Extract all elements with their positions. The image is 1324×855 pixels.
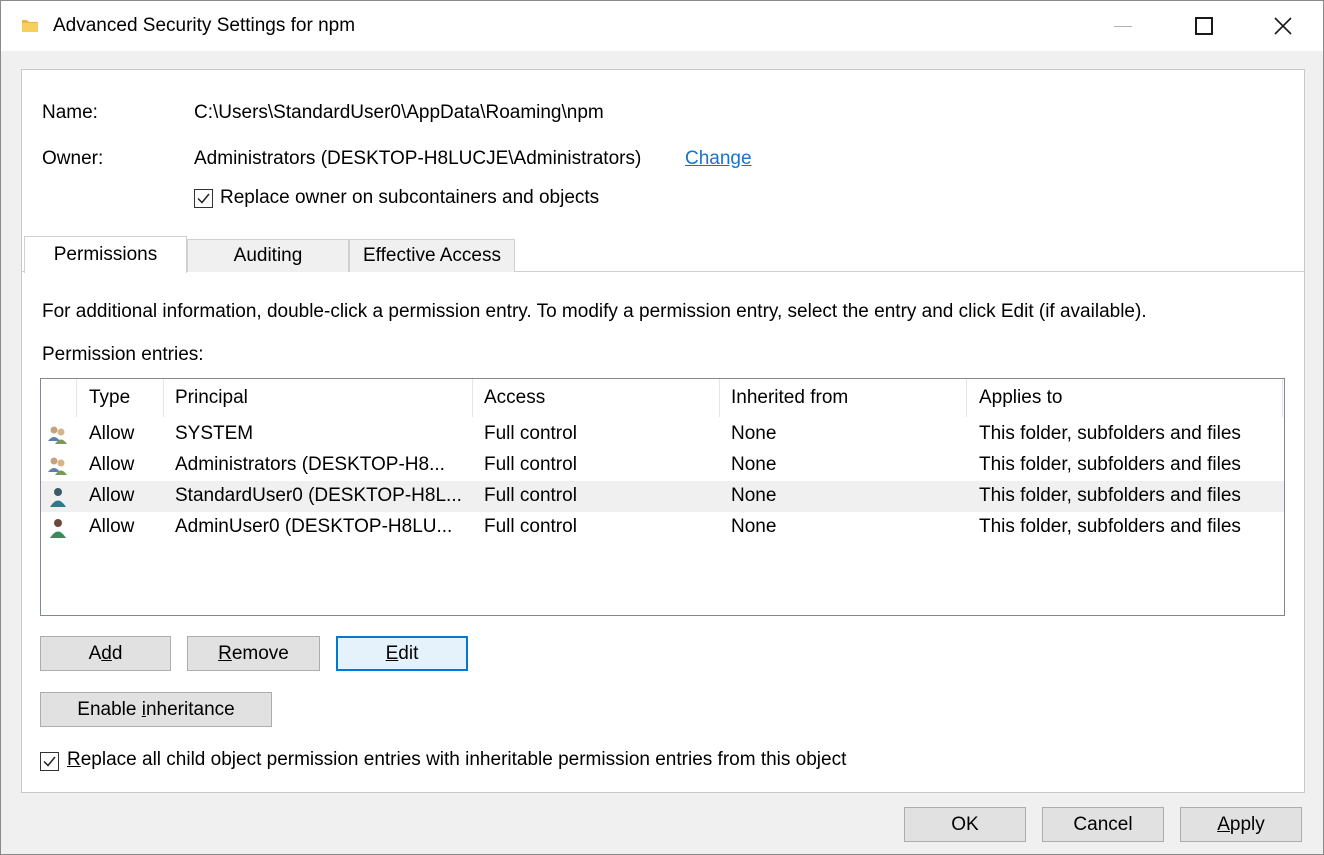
apply-button[interactable]: Apply [1180, 807, 1302, 842]
cell-applies-to: This folder, subfolders and files [979, 423, 1241, 444]
cell-inherited-from: None [731, 454, 777, 475]
enable-inheritance-label: Enable inheritance [77, 698, 235, 720]
cell-applies-to: This folder, subfolders and files [979, 516, 1241, 537]
group-icon [48, 426, 67, 444]
maximize-button[interactable] [1164, 1, 1244, 51]
cancel-button[interactable]: Cancel [1042, 807, 1164, 842]
cell-applies-to: This folder, subfolders and files [979, 485, 1241, 506]
replace-owner-label[interactable]: Replace owner on subcontainers and objec… [220, 187, 599, 209]
main-panel: Name: C:\Users\StandardUser0\AppData\Roa… [21, 69, 1305, 793]
ok-button-label: OK [951, 813, 979, 835]
cell-type: Allow [89, 516, 135, 537]
replace-owner-checkbox[interactable] [194, 189, 213, 208]
column-separator[interactable] [472, 379, 473, 417]
tab-label: Permissions [53, 244, 158, 265]
checkmark-icon [43, 756, 56, 767]
enable-inheritance-button[interactable]: Enable inheritance [40, 692, 272, 727]
cancel-button-label: Cancel [1073, 813, 1133, 835]
window-title: Advanced Security Settings for npm [53, 15, 356, 36]
change-owner-link[interactable]: Change [685, 148, 752, 170]
owner-label: Owner: [42, 148, 104, 169]
permission-entries-list[interactable]: Type Principal Access Inherited from App… [40, 378, 1285, 616]
advanced-security-settings-window: Advanced Security Settings for npm Name:… [0, 0, 1324, 855]
info-text: For additional information, double-click… [42, 301, 1147, 322]
close-icon [1274, 17, 1292, 35]
cell-access: Full control [484, 516, 577, 537]
group-icon [48, 457, 67, 475]
edit-button[interactable]: Edit [336, 636, 468, 671]
column-header-applies-to[interactable]: Applies to [979, 387, 1062, 409]
column-separator[interactable] [1282, 379, 1283, 417]
column-separator[interactable] [966, 379, 967, 417]
tab-auditing[interactable]: Auditing [187, 239, 349, 272]
close-button[interactable] [1243, 1, 1323, 51]
checkmark-icon [197, 193, 210, 204]
column-header-principal[interactable]: Principal [175, 387, 248, 409]
table-row[interactable]: Allow SYSTEM Full control None This fold… [41, 419, 1284, 450]
table-row[interactable]: Allow AdminUser0 (DESKTOP-H8LU... Full c… [41, 512, 1284, 543]
column-header-access[interactable]: Access [484, 387, 545, 409]
owner-value: Administrators (DESKTOP-H8LUCJE\Administ… [194, 148, 642, 169]
folder-icon [22, 20, 38, 32]
table-row-selected[interactable]: Allow StandardUser0 (DESKTOP-H8L... Full… [41, 481, 1284, 512]
permission-entries-label: Permission entries: [42, 344, 204, 365]
minimize-button[interactable] [1083, 1, 1163, 51]
column-header-inherited-from[interactable]: Inherited from [731, 387, 848, 409]
column-separator[interactable] [76, 379, 77, 417]
table-row[interactable]: Allow Administrators (DESKTOP-H8... Full… [41, 450, 1284, 481]
tab-permissions[interactable]: Permissions [24, 236, 187, 273]
cell-principal: Administrators (DESKTOP-H8... [175, 454, 445, 475]
tab-effective-access[interactable]: Effective Access [349, 239, 515, 272]
column-separator[interactable] [163, 379, 164, 417]
tab-label: Auditing [233, 245, 303, 266]
cell-type: Allow [89, 423, 135, 444]
cell-inherited-from: None [731, 516, 777, 537]
minimize-icon [1114, 25, 1132, 27]
tab-label: Effective Access [363, 245, 501, 266]
edit-button-label: Edit [385, 642, 419, 664]
cell-type: Allow [89, 485, 135, 506]
name-label: Name: [42, 102, 98, 123]
cell-access: Full control [484, 454, 577, 475]
cell-inherited-from: None [731, 485, 777, 506]
user-icon [50, 488, 66, 507]
add-button[interactable]: Add [40, 636, 171, 671]
remove-button[interactable]: Remove [187, 636, 320, 671]
title-bar: Advanced Security Settings for npm [1, 1, 1323, 51]
list-header: Type Principal Access Inherited from App… [41, 379, 1284, 417]
cell-access: Full control [484, 423, 577, 444]
remove-button-label: Remove [218, 642, 289, 664]
apply-button-label: Apply [1217, 813, 1265, 835]
column-separator[interactable] [719, 379, 720, 417]
maximize-icon [1195, 17, 1213, 35]
cell-inherited-from: None [731, 423, 777, 444]
ok-button[interactable]: OK [904, 807, 1026, 842]
cell-principal: SYSTEM [175, 423, 254, 444]
column-header-type[interactable]: Type [89, 387, 130, 409]
cell-access: Full control [484, 485, 577, 506]
add-button-label: Add [88, 642, 123, 664]
cell-type: Allow [89, 454, 135, 475]
cell-principal: AdminUser0 (DESKTOP-H8LU... [175, 516, 453, 537]
cell-principal: StandardUser0 (DESKTOP-H8L... [175, 485, 462, 506]
user-icon [50, 519, 66, 538]
replace-child-permissions-checkbox[interactable] [40, 752, 59, 771]
cell-applies-to: This folder, subfolders and files [979, 454, 1241, 475]
name-value: C:\Users\StandardUser0\AppData\Roaming\n… [194, 102, 604, 123]
replace-child-permissions-label[interactable]: Replace all child object permission entr… [67, 749, 846, 771]
